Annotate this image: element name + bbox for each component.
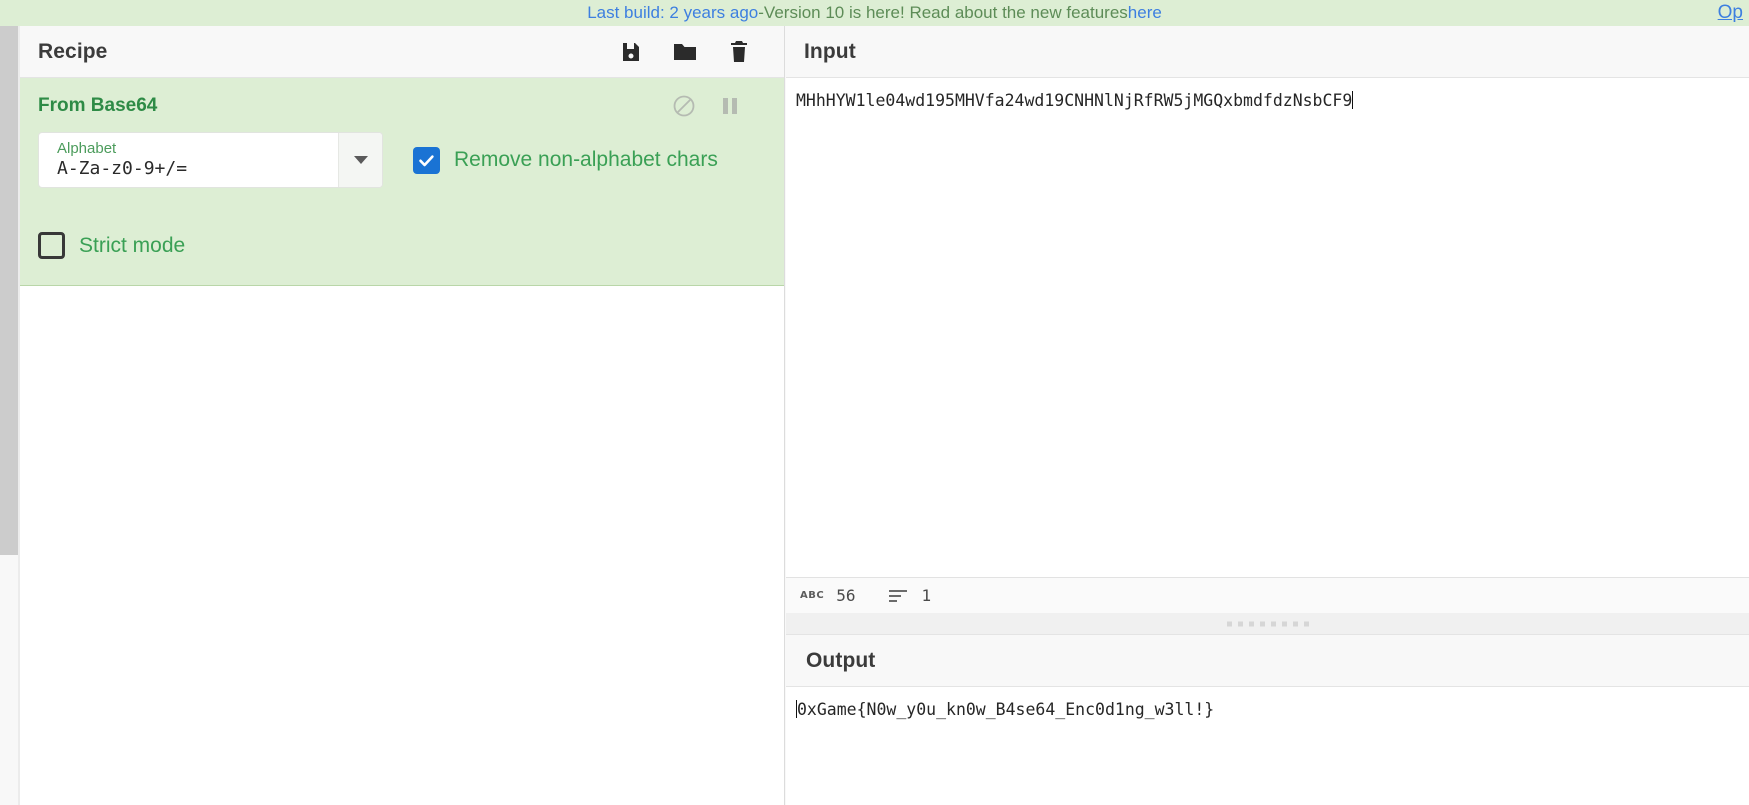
- input-length-value: 56: [836, 586, 856, 605]
- output-text-line: 0xGame{N0w_y0u_kn0w_B4se64_Enc0d1ng_w3ll…: [796, 699, 1749, 721]
- operation-list: From Base64 Alphabet A-Za-z0-9+/= Remove…: [20, 78, 784, 805]
- operation-arguments: Alphabet A-Za-z0-9+/= Remove non-alphabe…: [38, 132, 766, 259]
- input-text-line: MHhHYW1le04wd195MHVfa24wd19CNHNlNjRfRW5j…: [796, 90, 1749, 112]
- input-title-bar: Input: [786, 26, 1749, 78]
- operation-controls: [672, 94, 766, 118]
- horizontal-splitter-grip-dots: [1226, 621, 1309, 626]
- abc-icon: ABC: [800, 590, 825, 601]
- load-recipe-button[interactable]: [672, 39, 698, 65]
- checkbox-unchecked-icon[interactable]: [38, 232, 65, 259]
- save-recipe-button[interactable]: [618, 39, 644, 65]
- alphabet-label: Alphabet: [57, 140, 117, 157]
- remove-non-alphabet-checkbox-row[interactable]: Remove non-alphabet chars: [413, 132, 718, 188]
- chevron-down-icon[interactable]: [338, 133, 382, 187]
- strict-mode-checkbox-row[interactable]: Strict mode: [38, 232, 766, 259]
- recipe-title-bar: Recipe: [20, 26, 784, 78]
- update-banner: Last build: 2 years ago - Version 10 is …: [0, 0, 1749, 26]
- lines-icon: [889, 589, 909, 603]
- strict-mode-label: Strict mode: [79, 233, 186, 257]
- operation-header: From Base64: [38, 94, 766, 118]
- output-pane: Output 0xGame{N0w_y0u_kn0w_B4se64_Enc0d1…: [786, 635, 1749, 805]
- recipe-title: Recipe: [38, 39, 108, 63]
- input-title: Input: [804, 39, 856, 63]
- clear-recipe-button[interactable]: [726, 39, 752, 65]
- input-textarea[interactable]: MHhHYW1le04wd195MHVfa24wd19CNHNlNjRfRW5j…: [786, 78, 1749, 577]
- banner-message: Version 10 is here! Read about the new f…: [763, 3, 1128, 22]
- left-gutter: [0, 26, 18, 805]
- operations-pane-edge: [0, 26, 18, 555]
- workspace: Recipe From Base64 Alphabet A-Za-z0-9+/=…: [0, 26, 1749, 805]
- input-lines-value: 1: [921, 586, 932, 605]
- checkbox-checked-icon[interactable]: [413, 146, 440, 174]
- output-value: 0xGame{N0w_y0u_kn0w_B4se64_Enc0d1ng_w3ll…: [797, 700, 1215, 719]
- output-title-bar: Output: [786, 635, 1749, 687]
- options-button[interactable]: Op: [1718, 2, 1743, 24]
- text-cursor: [1352, 91, 1354, 109]
- recipe-actions: [618, 39, 766, 65]
- input-value: MHhHYW1le04wd195MHVfa24wd19CNHNlNjRfRW5j…: [796, 91, 1353, 110]
- input-length-stat: ABC 56: [800, 586, 855, 605]
- input-status-bar: ABC 56 1: [786, 577, 1749, 613]
- io-area: Input MHhHYW1le04wd195MHVfa24wd19CNHNlNj…: [786, 26, 1749, 805]
- circle-slash-icon[interactable]: [672, 94, 696, 118]
- last-build-link[interactable]: Last build: 2 years ago: [587, 3, 758, 23]
- new-features-link[interactable]: here: [1128, 3, 1162, 23]
- horizontal-splitter-handle[interactable]: [786, 613, 1749, 635]
- input-lines-stat: 1: [889, 586, 931, 605]
- output-title: Output: [806, 648, 876, 672]
- input-pane: Input MHhHYW1le04wd195MHVfa24wd19CNHNlNj…: [786, 26, 1749, 613]
- alphabet-value: A-Za-z0-9+/=: [57, 158, 188, 179]
- alphabet-select[interactable]: Alphabet A-Za-z0-9+/=: [38, 132, 383, 188]
- remove-non-alphabet-label: Remove non-alphabet chars: [454, 148, 718, 171]
- output-textarea[interactable]: 0xGame{N0w_y0u_kn0w_B4se64_Enc0d1ng_w3ll…: [786, 687, 1749, 805]
- operation-from-base64[interactable]: From Base64 Alphabet A-Za-z0-9+/= Remove…: [20, 78, 784, 286]
- recipe-pane: Recipe From Base64 Alphabet A-Za-z0-9+/=…: [20, 26, 785, 805]
- operation-title: From Base64: [38, 95, 158, 116]
- pause-icon[interactable]: [720, 95, 740, 117]
- alphabet-field: Alphabet A-Za-z0-9+/=: [39, 133, 338, 187]
